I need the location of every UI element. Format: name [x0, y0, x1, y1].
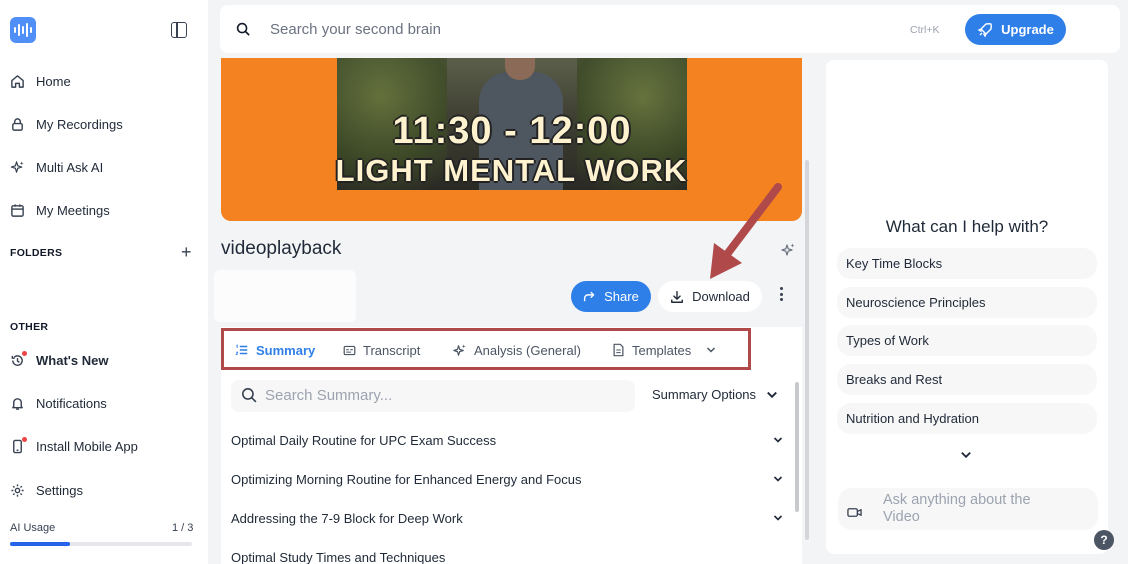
placeholder-card	[214, 270, 356, 322]
summary-search-input[interactable]: Search Summary...	[265, 387, 392, 404]
ai-usage-fill	[10, 542, 71, 546]
summary-section-item[interactable]: Optimizing Morning Routine for Enhanced …	[231, 469, 783, 489]
app-logo[interactable]	[10, 17, 36, 43]
summary-section-item[interactable]: Addressing the 7-9 Block for Deep Work	[231, 508, 783, 528]
download-label: Download	[692, 289, 750, 304]
download-button[interactable]: Download	[658, 281, 762, 312]
tab-label: Transcript	[363, 342, 421, 358]
download-icon	[671, 290, 684, 303]
ask-input[interactable]: Ask anything about the Video	[883, 492, 1063, 526]
tab-transcript[interactable]: Transcript	[343, 342, 420, 358]
suggestion-chip[interactable]: Nutrition and Hydration	[837, 403, 1097, 434]
ai-usage-label: AI Usage	[10, 522, 56, 534]
sidebar-item-install-mobile-app[interactable]: Install Mobile App	[10, 434, 138, 458]
share-arrow-icon	[584, 291, 595, 302]
help-button[interactable]: ?	[1094, 530, 1114, 550]
sidebar-item-label: My Meetings	[36, 202, 110, 218]
search-shortcut-hint: Ctrl+K	[910, 24, 940, 36]
summary-scrollbar[interactable]	[795, 382, 799, 512]
summary-section-title: Addressing the 7-9 Block for Deep Work	[231, 510, 463, 526]
tab-templates[interactable]: Templates	[612, 342, 716, 358]
captions-icon	[343, 345, 356, 355]
share-button[interactable]: Share	[571, 281, 651, 312]
sidebar-item-home[interactable]: Home	[10, 69, 71, 93]
lock-icon	[12, 117, 23, 131]
summary-options-dropdown[interactable]: Summary Options	[652, 387, 778, 402]
sidebar-toggle-icon[interactable]	[171, 22, 187, 38]
more-options-icon[interactable]	[780, 287, 783, 301]
search-icon	[236, 22, 250, 36]
summary-section-title: Optimizing Morning Routine for Enhanced …	[231, 471, 582, 487]
chevron-down-icon	[707, 347, 716, 353]
recording-title[interactable]: videoplayback	[221, 238, 341, 260]
sidebar-item-label: What's New	[36, 352, 109, 368]
sidebar-item-my-recordings[interactable]: My Recordings	[10, 112, 123, 136]
folders-heading: FOLDERS	[10, 247, 63, 259]
list-icon	[235, 344, 248, 355]
assistant-title: What can I help with?	[885, 217, 1049, 236]
sidebar-item-label: Settings	[36, 482, 83, 498]
upgrade-label: Upgrade	[1001, 22, 1054, 37]
suggestion-chip[interactable]: Neuroscience Principles	[837, 287, 1097, 318]
tab-label: Summary	[256, 342, 316, 358]
tab-label: Templates	[632, 342, 692, 358]
tab-analysis-general[interactable]: Analysis (General)	[452, 342, 581, 358]
other-heading: OTHER	[10, 321, 49, 333]
suggestion-chip[interactable]: Key Time Blocks	[837, 248, 1097, 279]
notification-dot	[22, 351, 27, 356]
calendar-icon	[11, 203, 24, 217]
global-search-input[interactable]: Search your second brain	[270, 21, 441, 38]
gear-icon	[11, 483, 24, 497]
chevron-down-icon	[773, 437, 783, 443]
chevron-down-icon	[773, 515, 783, 521]
suggestion-chip[interactable]: Types of Work	[837, 325, 1097, 356]
video-camera-icon	[847, 508, 862, 517]
ai-usage-bar	[10, 542, 192, 546]
show-more-chevron-icon[interactable]	[960, 449, 972, 461]
notification-dot	[22, 437, 27, 442]
sidebar-item-label: Install Mobile App	[36, 438, 138, 454]
sidebar-item-notifications[interactable]: Notifications	[10, 391, 107, 415]
sidebar-item-label: Multi Ask AI	[36, 159, 104, 175]
sparkle-icon	[10, 160, 24, 173]
summary-section-title: Optimal Daily Routine for UPC Exam Succe…	[231, 432, 497, 448]
add-folder-icon[interactable]: +	[181, 243, 192, 261]
annotation-arrow	[710, 183, 782, 279]
summary-section-item[interactable]: Optimal Daily Routine for UPC Exam Succe…	[231, 430, 783, 450]
sidebar-item-my-meetings[interactable]: My Meetings	[10, 198, 110, 222]
tab-label: Analysis (General)	[474, 342, 581, 358]
sparkle-icon	[453, 343, 466, 356]
share-label: Share	[604, 289, 639, 304]
upgrade-button[interactable]: Upgrade	[965, 14, 1066, 45]
sidebar-item-label: Home	[36, 73, 71, 89]
summary-section-title: Optimal Study Times and Techniques	[231, 550, 446, 564]
sidebar: Home My Recordings Multi Ask AI My Meeti…	[0, 0, 208, 564]
summary-options-label: Summary Options	[652, 387, 757, 402]
home-icon	[11, 74, 24, 88]
chevron-down-icon	[767, 391, 777, 398]
sidebar-item-label: My Recordings	[36, 116, 123, 132]
rocket-icon	[977, 22, 993, 37]
ai-usage-count: 1 / 3	[172, 522, 194, 534]
tab-summary[interactable]: Summary	[235, 342, 315, 358]
document-icon	[613, 343, 624, 357]
suggestion-chip[interactable]: Breaks and Rest	[837, 364, 1097, 395]
bell-icon	[12, 397, 23, 410]
sidebar-item-multi-ask-ai[interactable]: Multi Ask AI	[10, 155, 103, 179]
summary-section-item[interactable]: Optimal Study Times and Techniques	[231, 547, 783, 564]
main-scrollbar[interactable]	[805, 160, 809, 540]
sidebar-item-label: Notifications	[36, 395, 107, 411]
sidebar-item-settings[interactable]: Settings	[10, 478, 83, 502]
chevron-down-icon	[773, 476, 783, 482]
video-overlay-time: 11:30 - 12:00	[392, 110, 632, 152]
search-icon	[242, 388, 257, 403]
